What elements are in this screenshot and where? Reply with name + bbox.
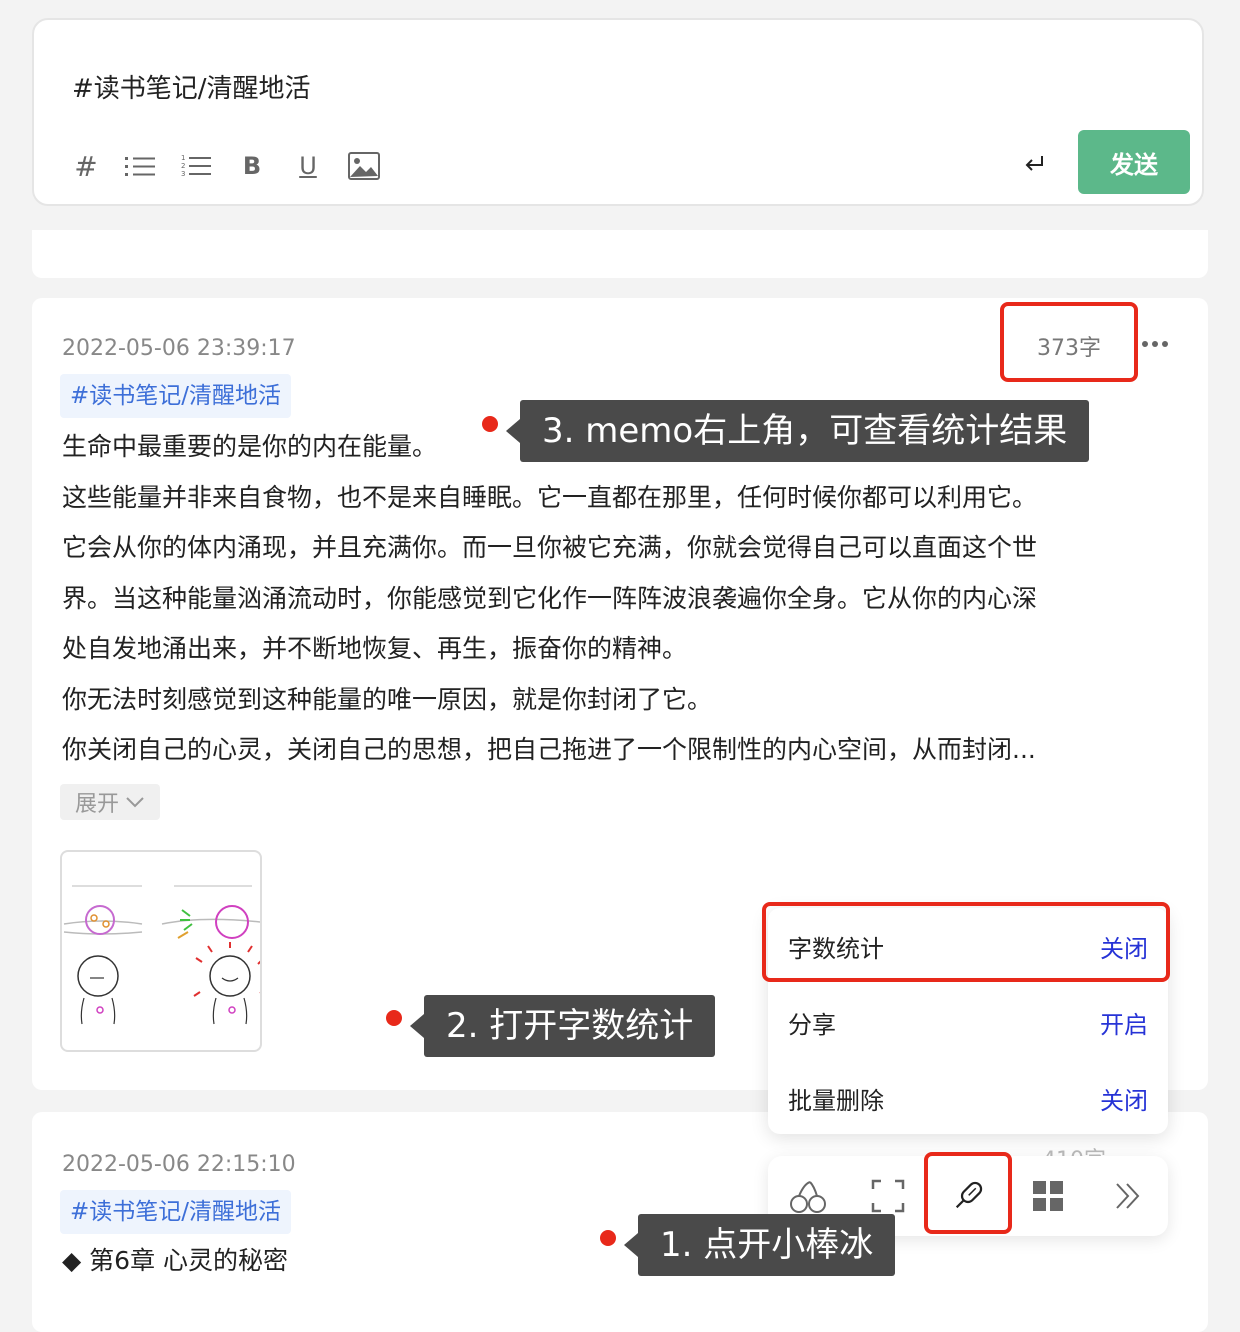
bullet-list-button[interactable] [122,148,158,184]
cherry-button[interactable] [786,1174,830,1218]
cherry-icon [790,1181,826,1213]
fullscreen-button[interactable] [866,1174,910,1218]
sketch-image [63,885,260,1025]
memo-tag[interactable]: #读书笔记/清醒地活 [60,1190,292,1234]
menu-item-toggle[interactable]: 关闭 [1100,1081,1148,1116]
image-button[interactable] [346,148,382,184]
word-count-highlight [1000,302,1138,382]
hashtag-button[interactable]: # [68,148,104,184]
return-icon[interactable] [1020,148,1050,178]
popsicle-highlight [924,1152,1012,1234]
memo-body: ◆ 第6章 心灵的秘密 [62,1236,1182,1287]
menu-item-label: 分享 [788,1010,836,1039]
memo-line: 界。当这种能量汹涌流动时，你能感觉到它化作一阵阵波浪袭遍你全身。它从你的内心深 [62,583,1038,613]
memo-timestamp: 2022-05-06 23:39:17 [62,336,296,361]
memo-image-thumbnail[interactable] [60,850,262,1052]
menu-item-toggle[interactable]: 开启 [1100,1005,1148,1040]
memo-editor[interactable]: #读书笔记/清醒地活 # 123 B U 发送 [32,18,1204,206]
memo-timestamp: 2022-05-06 22:15:10 [62,1152,296,1177]
memo-line: 你无法时刻感觉到这种能量的唯一原因，就是你封闭了它。 [62,684,713,714]
bold-icon: B [242,152,262,180]
callout-step3: 3. memo右上角，可查看统计结果 [505,400,1090,462]
numbered-list-button[interactable]: 123 [178,148,214,184]
expand-button[interactable]: 展开 [60,784,160,820]
collapse-button[interactable] [1106,1174,1150,1218]
grid-icon [1033,1181,1063,1211]
callout-step1: 1. 点开小棒冰 [623,1214,896,1276]
grid-button[interactable] [1026,1174,1070,1218]
word-count-menu-highlight [762,902,1170,982]
underline-button[interactable]: U [290,148,326,184]
memo-tag[interactable]: #读书笔记/清醒地活 [60,374,292,418]
previous-memo-card [32,230,1208,278]
memo-line: 这些能量并非来自食物，也不是来自睡眠。它一直都在那里，任何时候你都可以利用它。 [62,482,1038,512]
chevron-down-icon [126,797,144,808]
editor-content[interactable]: #读书笔记/清醒地活 [72,68,311,105]
bullet-list-icon [125,157,155,176]
callout-step2: 2. 打开字数统计 [409,995,716,1057]
image-icon [348,152,380,180]
memo-line: ◆ 第6章 心灵的秘密 [62,1246,289,1275]
annotation-dot [386,1010,402,1026]
numbered-list-icon: 123 [181,154,211,178]
annotation-dot [482,416,498,432]
memo-line: 你关闭自己的心灵，关闭自己的思想，把自己拖进了一个限制性的内心空间，从而封闭..… [62,735,1036,764]
more-options-button[interactable] [1138,332,1172,356]
svg-text:1: 1 [181,154,185,162]
menu-item-batch-delete[interactable]: 批量删除 关闭 [768,1060,1168,1136]
expand-label: 展开 [74,792,119,817]
more-icon-dot [1152,341,1158,347]
hashtag-icon: # [74,149,98,183]
annotation-dot [600,1230,616,1246]
more-icon-dot [1162,341,1168,347]
svg-text:2: 2 [181,162,185,170]
memo-line: 它会从你的体内涌现，并且充满你。而一旦你被它充满，你就会觉得自己可以直面这个世 [62,533,1038,562]
bold-button[interactable]: B [234,148,270,184]
memo-line: 处自发地涌出来，并不断地恢复、再生，振奋你的精神。 [62,634,688,663]
memo-body: 生命中最重要的是你的内在能量。 这些能量并非来自食物，也不是来自睡眠。它一直都在… [62,422,1182,776]
menu-item-share[interactable]: 分享 开启 [768,984,1168,1060]
more-icon-dot [1142,341,1148,347]
underline-icon: U [299,152,317,180]
send-button[interactable]: 发送 [1078,130,1190,194]
menu-item-label: 批量删除 [788,1086,884,1115]
svg-text:3: 3 [181,170,185,178]
fullscreen-icon [871,1179,905,1213]
double-chevron-right-icon [1116,1183,1140,1209]
